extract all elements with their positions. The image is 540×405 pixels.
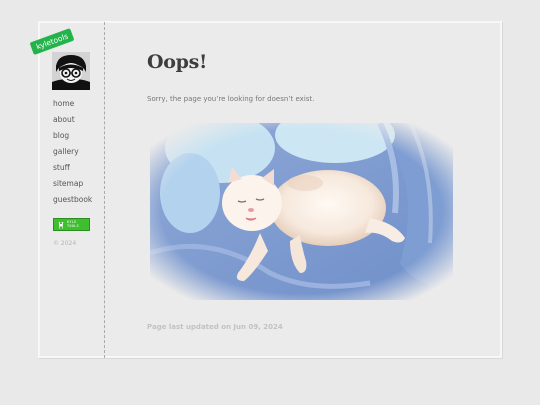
page-title: Oops! — [147, 51, 208, 73]
error-message: Sorry, the page you’re looking for doesn… — [147, 95, 315, 103]
copyright: © 2024 — [53, 240, 77, 247]
nav-item-about[interactable]: about — [53, 114, 92, 130]
avatar-face-icon — [52, 52, 90, 90]
nav-item-home[interactable]: home — [53, 98, 92, 114]
badge-text-line2: TOOLS — [67, 223, 80, 228]
kitten-photo — [150, 123, 453, 300]
nav-item-gallery[interactable]: gallery — [53, 146, 92, 162]
sidebar-divider — [104, 22, 105, 358]
nav-item-sitemap[interactable]: sitemap — [53, 178, 92, 194]
nav-item-guestbook[interactable]: guestbook — [53, 194, 92, 210]
nav-item-stuff[interactable]: stuff — [53, 162, 92, 178]
sidebar-nav: home about blog gallery stuff sitemap gu… — [53, 98, 92, 210]
avatar[interactable] — [52, 52, 90, 90]
last-updated: Page last updated on Jun 09, 2024 — [147, 323, 283, 331]
kitten-image-icon — [150, 123, 453, 300]
deer-icon — [57, 221, 65, 229]
site-badge[interactable]: KYLE TOOLS — [53, 218, 90, 231]
nav-item-blog[interactable]: blog — [53, 130, 92, 146]
badge-text: KYLE TOOLS — [67, 220, 80, 228]
